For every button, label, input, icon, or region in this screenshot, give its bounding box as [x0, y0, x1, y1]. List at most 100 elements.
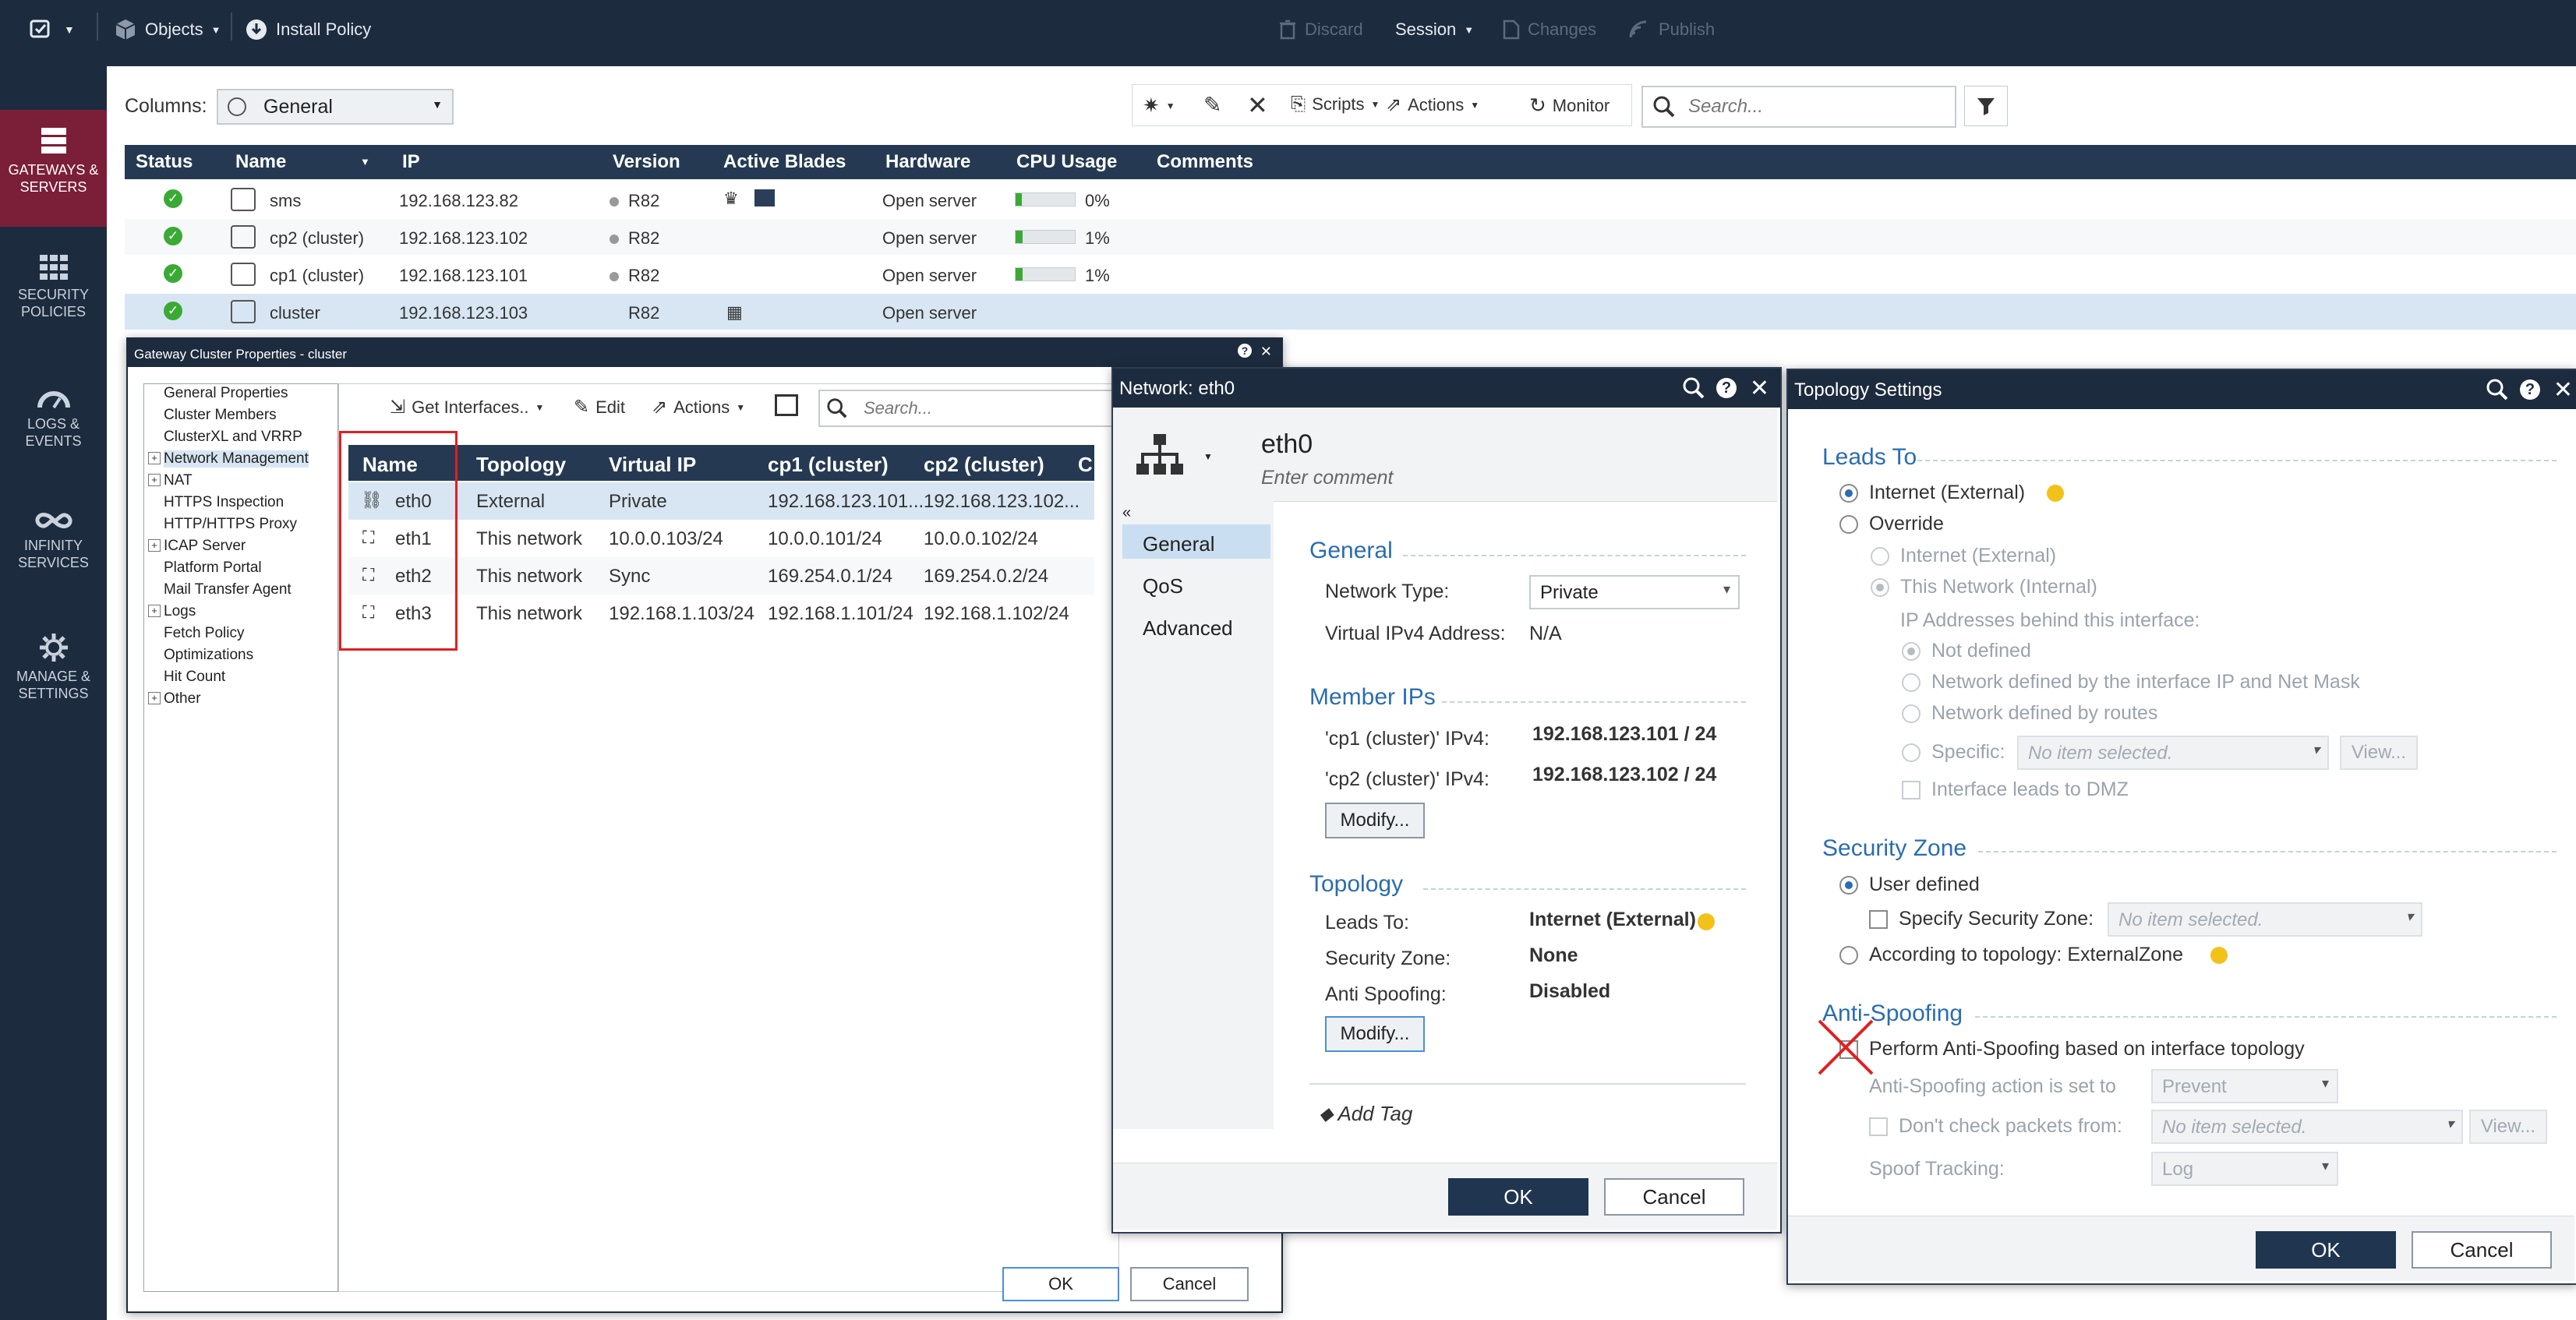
delete-button[interactable]: ✕ — [1247, 90, 1268, 120]
tree-item-network-management[interactable]: Network Management — [164, 450, 309, 468]
publish-button[interactable]: Publish — [1627, 14, 1715, 45]
expand-icon[interactable]: + — [148, 692, 161, 704]
col-name[interactable]: Name — [235, 151, 286, 173]
specify-zone-checkbox[interactable] — [1869, 910, 1888, 929]
net-by-ip-radio[interactable] — [1902, 673, 1921, 692]
open-window-button[interactable] — [775, 394, 798, 416]
modify-topology-button[interactable]: Modify... — [1325, 1016, 1425, 1052]
objects-menu[interactable]: Objects ▼ — [114, 14, 221, 45]
cluster-ok-button[interactable]: OK — [1002, 1267, 1119, 1301]
tree-item-fetch-policy[interactable]: Fetch Policy — [164, 625, 244, 642]
nav-general[interactable]: General — [1122, 524, 1270, 559]
chevron-down-icon[interactable]: ▼ — [360, 156, 370, 168]
tree-item-optimizations[interactable]: Optimizations — [164, 647, 253, 664]
leads-dmz-checkbox[interactable] — [1902, 781, 1921, 799]
col-if-comments[interactable]: C — [1078, 453, 1093, 477]
discard-button[interactable]: Discard — [1278, 14, 1363, 45]
tree-item-https-inspection[interactable]: HTTPS Inspection — [164, 494, 284, 511]
tree-item-cluster-members[interactable]: Cluster Members — [164, 407, 277, 424]
expand-icon[interactable]: + — [148, 605, 161, 617]
col-active-blades[interactable]: Active Blades — [723, 151, 846, 173]
internet-external-radio[interactable] — [1839, 484, 1858, 503]
filter-button[interactable] — [1964, 86, 2008, 126]
help-icon[interactable]: ? — [1716, 378, 1737, 398]
specific-view-button[interactable]: View... — [2340, 736, 2418, 770]
nav-gateways-servers[interactable]: GATEWAYS & SERVERS — [0, 110, 107, 227]
tree-item-nat[interactable]: NAT — [164, 472, 193, 489]
tree-item-mail-transfer-agent[interactable]: Mail Transfer Agent — [164, 581, 292, 598]
col-if-topology[interactable]: Topology — [476, 453, 566, 477]
tree-item-clusterxl[interactable]: ClusterXL and VRRP — [164, 429, 302, 446]
table-row[interactable]: ✓ cp2 (cluster) 192.168.123.102 R82 Open… — [125, 219, 2576, 255]
edit-interface-button[interactable]: ✎ Edit — [574, 396, 625, 418]
table-row-selected[interactable]: ✓ cluster 192.168.123.103 R82 ▦ Open ser… — [125, 294, 2576, 330]
security-zone-dropdown[interactable]: No item selected. ▾ — [2108, 902, 2422, 937]
specific-radio[interactable] — [1902, 743, 1921, 762]
nav-qos[interactable]: QoS — [1122, 566, 1270, 601]
nav-infinity-services[interactable]: INFINITY SERVICES — [0, 509, 107, 610]
col-hardware[interactable]: Hardware — [885, 151, 970, 173]
nav-logs-events[interactable]: LOGS & EVENTS — [0, 384, 107, 485]
comment-field[interactable]: Enter comment — [1261, 467, 1394, 489]
topology-ok-button[interactable]: OK — [2256, 1231, 2396, 1269]
expand-icon[interactable]: + — [148, 539, 161, 552]
table-row[interactable]: ✓ sms 192.168.123.82 R82 ♛ Open server 0… — [125, 182, 2576, 217]
new-button[interactable]: ✷ ▼ — [1143, 94, 1175, 118]
table-row[interactable]: ✓ cp1 (cluster) 192.168.123.101 R82 Open… — [125, 256, 2576, 292]
tree-item-http-proxy[interactable]: HTTP/HTTPS Proxy — [164, 516, 297, 533]
col-cpu-usage[interactable]: CPU Usage — [1016, 151, 1117, 173]
network-object-icon[interactable] — [1135, 432, 1185, 479]
col-version[interactable]: Version — [613, 151, 680, 173]
cluster-cancel-button[interactable]: Cancel — [1130, 1267, 1249, 1301]
anti-spoofing-action-dropdown[interactable]: Prevent ▾ — [2151, 1069, 2338, 1103]
override-this-network-radio[interactable] — [1871, 578, 1889, 597]
actions-menu[interactable]: ⇗ Actions ▼ — [1386, 94, 1479, 116]
tree-item-hit-count[interactable]: Hit Count — [164, 669, 225, 686]
monitor-button[interactable]: ↻ Monitor — [1529, 94, 1610, 118]
dont-check-dropdown[interactable]: No item selected. ▾ — [2151, 1110, 2463, 1144]
changes-button[interactable]: Changes — [1503, 14, 1596, 45]
interface-row-selected[interactable]: ⛓ eth0 External Private 192.168.123.101.… — [348, 482, 1094, 520]
tree-item-platform-portal[interactable]: Platform Portal — [164, 559, 262, 577]
expand-icon[interactable]: + — [148, 474, 161, 486]
interface-row[interactable]: ⛶ eth1 This network 10.0.0.103/24 10.0.0… — [348, 520, 1094, 557]
nav-security-policies[interactable]: SECURITY POLICIES — [0, 253, 107, 355]
search-icon[interactable] — [2486, 378, 2509, 401]
help-icon[interactable]: ? — [1238, 344, 1252, 358]
override-radio[interactable] — [1839, 515, 1858, 534]
topology-cancel-button[interactable]: Cancel — [2412, 1231, 2552, 1269]
net-by-routes-radio[interactable] — [1902, 704, 1921, 723]
install-policy-button[interactable]: Install Policy — [245, 14, 371, 45]
close-icon[interactable]: ✕ — [1750, 375, 1769, 402]
override-internet-radio[interactable] — [1871, 547, 1889, 566]
col-comments[interactable]: Comments — [1157, 151, 1253, 173]
columns-dropdown[interactable]: General ▼ — [217, 89, 454, 125]
modify-member-ips-button[interactable]: Modify... — [1325, 803, 1425, 838]
col-if-cp1[interactable]: cp1 (cluster) — [768, 453, 889, 477]
network-ok-button[interactable]: OK — [1448, 1178, 1588, 1216]
interface-row[interactable]: ⛶ eth3 This network 192.168.1.103/24 192… — [348, 595, 1094, 632]
search-icon[interactable] — [1682, 376, 1705, 400]
interfaces-search-box[interactable]: Search... — [818, 390, 1121, 427]
according-topology-radio[interactable] — [1839, 946, 1858, 965]
tree-item-logs[interactable]: Logs — [164, 603, 196, 620]
col-ip[interactable]: IP — [402, 151, 420, 173]
grid-search-box[interactable]: Search... — [1641, 86, 1956, 128]
nav-manage-settings[interactable]: MANAGE & SETTINGS — [0, 632, 107, 733]
get-interfaces-menu[interactable]: ⇲ Get Interfaces.. ▼ — [390, 396, 544, 418]
interface-row[interactable]: ⛶ eth2 This network Sync 169.254.0.1/24 … — [348, 557, 1094, 595]
user-defined-radio[interactable] — [1839, 876, 1858, 895]
col-if-cp2[interactable]: cp2 (cluster) — [924, 453, 1044, 477]
dont-check-checkbox[interactable] — [1869, 1117, 1888, 1136]
tree-item-general-properties[interactable]: General Properties — [164, 385, 288, 402]
interface-actions-menu[interactable]: ⇗ Actions ▼ — [652, 396, 745, 418]
tree-item-other[interactable]: Other — [164, 690, 201, 708]
close-icon[interactable]: ✕ — [2553, 376, 2573, 404]
edit-button[interactable]: ✎ — [1203, 92, 1221, 118]
not-defined-radio[interactable] — [1902, 642, 1921, 661]
session-menu[interactable]: Session ▼ — [1395, 14, 1474, 45]
chevron-down-icon[interactable]: ▼ — [1203, 451, 1213, 462]
close-icon[interactable]: ✕ — [1260, 344, 1272, 360]
expand-icon[interactable]: + — [148, 452, 161, 464]
scripts-menu[interactable]: ⎘ Scripts ▼ — [1291, 94, 1380, 115]
